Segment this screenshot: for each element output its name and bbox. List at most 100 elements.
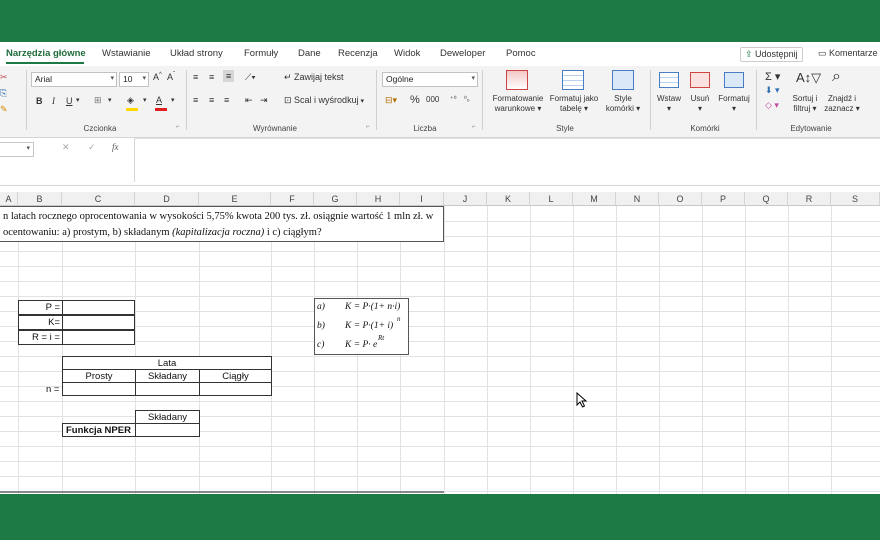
- increase-decimal-icon[interactable]: ⁺⁰: [450, 95, 457, 103]
- nper-value-cell[interactable]: [135, 423, 200, 437]
- column-header-F[interactable]: F: [271, 192, 314, 206]
- column-header-A[interactable]: A: [0, 192, 18, 206]
- comments-button[interactable]: ▭ Komentarze: [814, 47, 880, 60]
- chevron-down-icon[interactable]: ▾: [108, 96, 112, 104]
- column-header-N[interactable]: N: [616, 192, 659, 206]
- format-as-table-button[interactable]: Formatuj jako tabelę ▾: [546, 94, 602, 114]
- copy-icon[interactable]: ⎘: [0, 88, 7, 99]
- align-center-icon[interactable]: ≡: [209, 95, 214, 105]
- search-icon[interactable]: ⌕: [832, 68, 841, 86]
- sort-filter-icon[interactable]: A↕▽: [796, 70, 821, 86]
- clear-icon[interactable]: ◇ ▾: [765, 100, 779, 111]
- delete-cells-icon[interactable]: [690, 72, 710, 88]
- percent-style-icon[interactable]: %: [410, 94, 420, 106]
- dialog-launcher-icon[interactable]: ⌐: [366, 124, 370, 130]
- tab-review[interactable]: Recenzja: [338, 48, 378, 59]
- tab-data[interactable]: Dane: [298, 48, 321, 59]
- font-color-icon[interactable]: A: [156, 95, 162, 105]
- font-size-combo[interactable]: 10 ▾: [119, 72, 149, 87]
- column-header-B[interactable]: B: [18, 192, 62, 206]
- column-header-J[interactable]: J: [444, 192, 487, 206]
- column-header-S[interactable]: S: [831, 192, 880, 206]
- dialog-launcher-icon[interactable]: ⌐: [176, 124, 180, 130]
- cell-styles-icon[interactable]: [612, 70, 634, 90]
- underline-button[interactable]: U: [66, 96, 73, 106]
- years-table-title-cell[interactable]: Lata: [62, 356, 272, 370]
- chevron-down-icon[interactable]: ▾: [143, 96, 147, 104]
- decrease-decimal-icon[interactable]: ⁰₀: [464, 95, 470, 103]
- years-value-continuous[interactable]: [199, 382, 272, 396]
- column-header-D[interactable]: D: [135, 192, 199, 206]
- nper-header-cell[interactable]: Składany: [135, 410, 200, 424]
- years-value-compound[interactable]: [135, 382, 200, 396]
- format-button[interactable]: Formatuj ▾: [714, 94, 754, 114]
- merge-center-button[interactable]: ⊡ Scal i wyśrodkuj ▾: [284, 95, 364, 106]
- column-header-M[interactable]: M: [573, 192, 616, 206]
- column-header-K[interactable]: K: [487, 192, 530, 206]
- conditional-formatting-button[interactable]: Formatowanie warunkowe ▾: [488, 94, 548, 114]
- increase-indent-icon[interactable]: ⇥: [260, 95, 268, 106]
- column-header-C[interactable]: C: [62, 192, 135, 206]
- bold-button[interactable]: B: [36, 96, 43, 106]
- years-value-simple[interactable]: [62, 382, 136, 396]
- label-cell-K[interactable]: K=: [18, 315, 63, 330]
- tab-help[interactable]: Pomoc: [506, 48, 536, 59]
- column-header-E[interactable]: E: [199, 192, 271, 206]
- align-top-icon[interactable]: ≡: [193, 72, 198, 82]
- cut-icon[interactable]: ✂: [0, 72, 8, 83]
- tab-formulas[interactable]: Formuły: [244, 48, 278, 59]
- label-cell-R[interactable]: R = i =: [18, 330, 63, 345]
- borders-icon[interactable]: ⊞: [94, 95, 102, 106]
- align-right-icon[interactable]: ≡: [224, 95, 229, 105]
- tab-home[interactable]: Narzędzia główne: [6, 48, 86, 59]
- insert-button[interactable]: Wstaw ▾: [654, 94, 684, 114]
- worksheet-grid[interactable]: A B C D E F G H I J K L M N O P Q R S n …: [0, 186, 880, 494]
- column-header-Q[interactable]: Q: [745, 192, 788, 206]
- confirm-icon[interactable]: ✓: [88, 142, 96, 153]
- number-format-combo[interactable]: Ogólne ▾: [382, 72, 478, 87]
- problem-statement-box[interactable]: n latach rocznego oprocentowania w wysok…: [0, 206, 444, 242]
- align-middle-icon[interactable]: ≡: [209, 72, 214, 82]
- orientation-icon[interactable]: ⟋▾: [245, 72, 256, 83]
- column-header-L[interactable]: L: [530, 192, 573, 206]
- dialog-launcher-icon[interactable]: ⌐: [472, 124, 476, 130]
- years-header-compound-cell[interactable]: Składany: [135, 369, 200, 383]
- format-painter-icon[interactable]: ✎: [0, 104, 8, 115]
- fill-icon[interactable]: ⬇ ▾: [765, 85, 780, 96]
- column-header-R[interactable]: R: [788, 192, 831, 206]
- years-header-continuous-cell[interactable]: Ciągły: [199, 369, 272, 383]
- autosum-icon[interactable]: Σ ▾: [765, 70, 780, 83]
- tab-view[interactable]: Widok: [394, 48, 420, 59]
- delete-button[interactable]: Usuń ▾: [686, 94, 714, 114]
- format-as-table-icon[interactable]: [562, 70, 584, 90]
- column-header-I[interactable]: I: [400, 192, 444, 206]
- column-header-G[interactable]: G: [314, 192, 357, 206]
- fill-color-icon[interactable]: ◈: [127, 95, 134, 106]
- share-button[interactable]: ⇪ Udostępnij: [740, 47, 803, 62]
- sort-filter-button[interactable]: Sortuj i filtruj ▾: [788, 94, 822, 114]
- accounting-format-icon[interactable]: ⊟▾: [385, 95, 397, 106]
- cancel-icon[interactable]: ✕: [62, 142, 70, 153]
- find-select-button[interactable]: Znajdź i zaznacz ▾: [822, 94, 862, 114]
- align-bottom-icon[interactable]: ≡: [223, 70, 235, 82]
- insert-cells-icon[interactable]: [659, 72, 679, 88]
- tab-insert[interactable]: Wstawianie: [102, 48, 151, 59]
- increase-font-icon[interactable]: A^: [153, 72, 162, 82]
- formula-input[interactable]: [134, 138, 880, 182]
- conditional-formatting-icon[interactable]: [506, 70, 528, 90]
- input-cell-K[interactable]: [62, 315, 135, 330]
- column-header-O[interactable]: O: [659, 192, 702, 206]
- format-cells-icon[interactable]: [724, 72, 744, 88]
- font-name-combo[interactable]: Arial ▾: [31, 72, 117, 87]
- wrap-text-button[interactable]: ↵ Zawijaj tekst: [284, 72, 344, 83]
- years-header-simple-cell[interactable]: Prosty: [62, 369, 136, 383]
- cell-styles-button[interactable]: Style komórki ▾: [602, 94, 644, 114]
- tab-page-layout[interactable]: Układ strony: [170, 48, 223, 59]
- chevron-down-icon[interactable]: ▾: [76, 96, 80, 104]
- tab-developer[interactable]: Deweloper: [440, 48, 485, 59]
- input-cell-P[interactable]: [62, 300, 135, 315]
- column-header-P[interactable]: P: [702, 192, 745, 206]
- comma-style-icon[interactable]: 000: [426, 95, 439, 104]
- chevron-down-icon[interactable]: ▾: [171, 96, 175, 104]
- align-left-icon[interactable]: ≡: [193, 95, 198, 105]
